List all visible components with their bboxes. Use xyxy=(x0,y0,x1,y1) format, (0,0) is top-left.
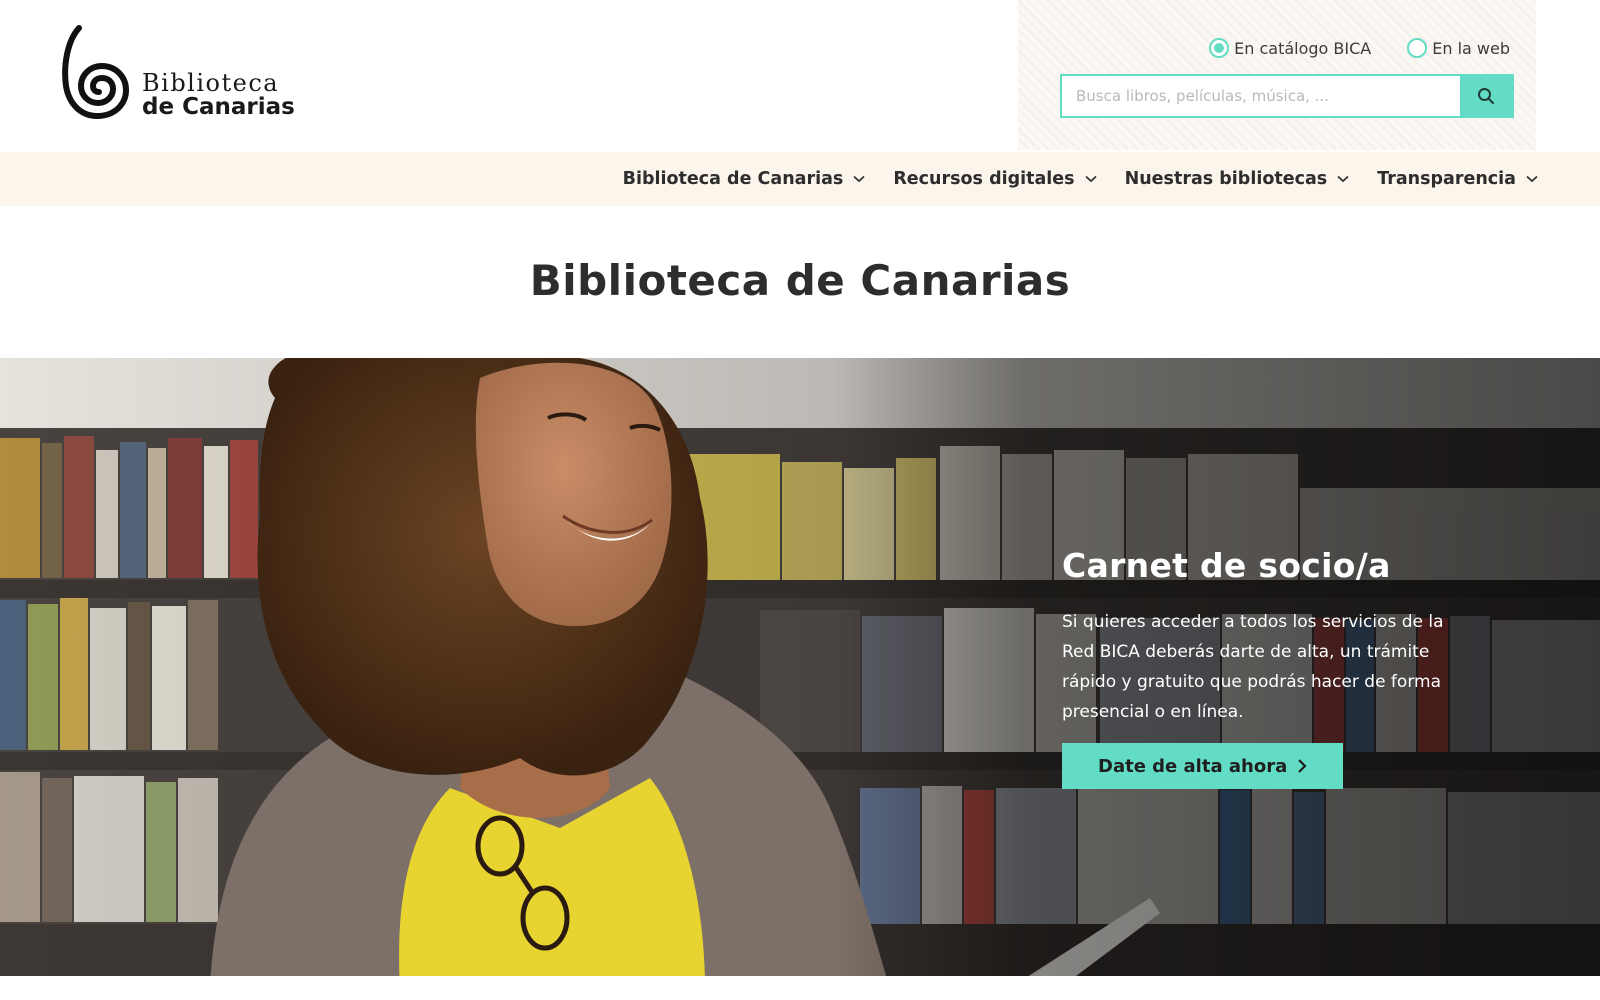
search-button[interactable] xyxy=(1460,76,1512,116)
main-nav: Biblioteca de Canarias Recursos digitale… xyxy=(0,152,1600,206)
nav-item-label: Transparencia xyxy=(1377,169,1516,189)
hero-banner: Carnet de socio/a Si quieres acceder a t… xyxy=(0,358,1600,988)
nav-item-label: Recursos digitales xyxy=(893,169,1075,189)
radio-label-web: En la web xyxy=(1432,38,1510,58)
signup-button-label: Date de alta ahora xyxy=(1098,755,1288,777)
chevron-down-icon xyxy=(1084,175,1097,183)
search-scope-options: En catálogo BICA En la web xyxy=(1209,38,1510,58)
search-box xyxy=(1060,74,1514,118)
search-panel: En catálogo BICA En la web xyxy=(1018,0,1536,150)
hero-bottom-border xyxy=(0,976,1600,988)
page-title-section: Biblioteca de Canarias xyxy=(0,206,1600,358)
nav-item-nuestras-bibliotecas[interactable]: Nuestras bibliotecas xyxy=(1125,169,1350,189)
radio-en-la-web[interactable]: En la web xyxy=(1407,38,1510,58)
spiral-logo-icon xyxy=(62,25,130,120)
search-icon xyxy=(1478,88,1494,104)
logo-text: Biblioteca de Canarias xyxy=(142,71,295,119)
nav-item-recursos-digitales[interactable]: Recursos digitales xyxy=(893,169,1097,189)
main-nav-items: Biblioteca de Canarias Recursos digitale… xyxy=(623,152,1538,206)
page-title: Biblioteca de Canarias xyxy=(529,255,1071,305)
site-header: Biblioteca de Canarias En catálogo BICA … xyxy=(0,0,1600,152)
hero-description: Si quieres acceder a todos los servicios… xyxy=(1062,612,1444,722)
radio-catalogo-bica[interactable]: En catálogo BICA xyxy=(1209,38,1371,58)
hero-content: Carnet de socio/a Si quieres acceder a t… xyxy=(1062,546,1462,789)
site-logo[interactable]: Biblioteca de Canarias xyxy=(62,24,295,122)
radio-unchecked-icon[interactable] xyxy=(1407,38,1428,58)
nav-item-label: Biblioteca de Canarias xyxy=(622,169,844,189)
nav-item-label: Nuestras bibliotecas xyxy=(1124,169,1328,189)
radio-checked-icon[interactable] xyxy=(1209,38,1230,58)
signup-button[interactable]: Date de alta ahora xyxy=(1062,743,1344,789)
nav-item-biblioteca-de-canarias[interactable]: Biblioteca de Canarias xyxy=(623,169,866,189)
logo-line-2: de Canarias xyxy=(142,93,295,120)
chevron-down-icon xyxy=(853,175,865,183)
chevron-down-icon xyxy=(1337,175,1349,183)
hero-title: Carnet de socio/a xyxy=(1062,546,1391,585)
search-input[interactable] xyxy=(1062,76,1460,116)
logo-line-1: Biblioteca xyxy=(142,69,280,98)
chevron-right-icon xyxy=(1298,759,1307,773)
radio-label-catalogo: En catálogo BICA xyxy=(1234,38,1372,58)
chevron-down-icon xyxy=(1526,175,1538,183)
nav-item-transparencia[interactable]: Transparencia xyxy=(1377,169,1538,189)
